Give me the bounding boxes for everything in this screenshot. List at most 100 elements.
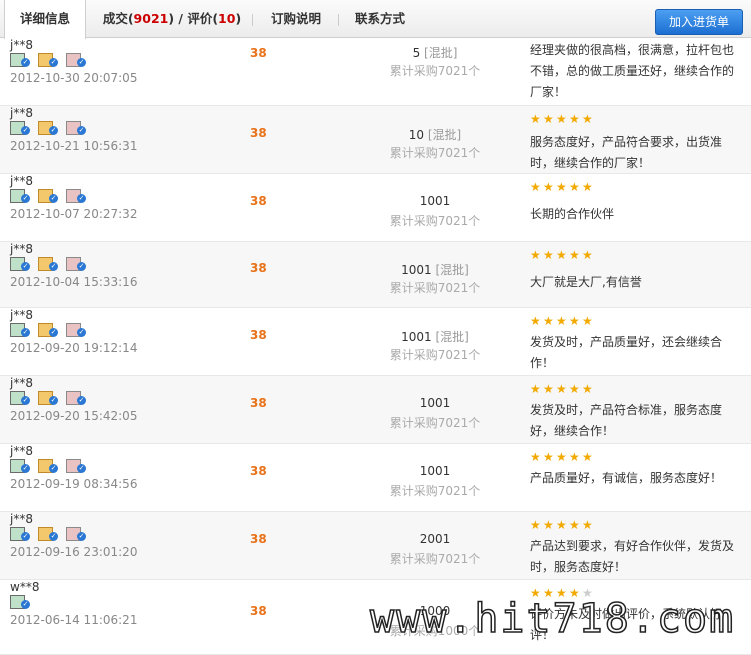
cumulative-purchases: 累计采购7021个: [389, 552, 481, 566]
trust-verified-icon[interactable]: ✓: [66, 390, 88, 406]
review-row: j**8 ✓ ✓ ✓ 2012-09-19 08:34:56 38 1001 累计采购7021…: [0, 444, 751, 512]
rating-stars: ★ ★ ★ ★ ★: [530, 112, 595, 126]
quantity-value: 1001: [419, 194, 451, 208]
trust-verified-icon[interactable]: ✓: [66, 458, 88, 474]
unit-price: 38: [250, 603, 267, 618]
identity-verified-icon[interactable]: ✓: [10, 120, 32, 136]
quantity-value: 1001: [401, 263, 432, 277]
star-filled-icon: ★: [569, 180, 580, 194]
buyer-name: j**8: [10, 512, 33, 526]
trust-verified-icon[interactable]: ✓: [66, 526, 88, 542]
identity-verified-icon[interactable]: ✓: [10, 458, 32, 474]
unit-price: 38: [250, 194, 267, 208]
review-comment: 服务态度好，产品符合要求，出货准时，继续合作的厂家！: [530, 135, 723, 170]
buyer-name: j**8: [10, 174, 33, 188]
review-comment: 长期的合作伙伴: [530, 207, 615, 221]
star-filled-icon: ★: [543, 314, 554, 328]
review-row: j**8 ✓ ✓ ✓ 2012-09-20 19:12:14 38 1001 [混批] 累计采…: [0, 308, 751, 376]
trust-verified-icon[interactable]: ✓: [66, 52, 88, 68]
order-quantity: 1001 [混批]: [385, 261, 485, 278]
star-filled-icon: ★: [569, 248, 580, 262]
purchase-date: 2012-10-07 20:27:32: [10, 207, 138, 221]
identity-verified-icon[interactable]: ✓: [10, 390, 32, 406]
review-comment: 发货及时，产品符合标准，服务态度好，继续合作！: [530, 403, 723, 438]
star-filled-icon: ★: [582, 314, 593, 328]
trust-verified-icon[interactable]: ✓: [66, 188, 88, 204]
tab-deals-reviews[interactable]: 成交(9021) / 评价(10): [92, 0, 252, 38]
order-quantity: 1001: [385, 464, 485, 478]
rating-stars: ★ ★ ★ ★ ★: [530, 518, 595, 532]
star-filled-icon: ★: [543, 518, 554, 532]
tab-details[interactable]: 详细信息: [4, 0, 86, 39]
purchase-date: 2012-09-16 23:01:20: [10, 545, 138, 559]
buyer-name: j**8: [10, 376, 33, 390]
review-row: j**8 ✓ ✓ ✓ 2012-10-04 15:33:16 38 1001 [混批] 累计采…: [0, 242, 751, 308]
star-filled-icon: ★: [569, 314, 580, 328]
business-verified-icon[interactable]: ✓: [38, 322, 60, 338]
unit-price: 38: [250, 328, 267, 342]
star-filled-icon: ★: [530, 382, 541, 396]
star-filled-icon: ★: [556, 382, 567, 396]
review-row: j**8 ✓ ✓ ✓ 2012-10-07 20:27:32 38 1001 累计采购7021…: [0, 174, 751, 242]
star-filled-icon: ★: [530, 518, 541, 532]
star-filled-icon: ★: [530, 112, 541, 126]
tab-order-notes[interactable]: 订购说明: [256, 0, 336, 38]
business-verified-icon[interactable]: ✓: [38, 188, 60, 204]
tab-divider: [252, 14, 253, 26]
order-quantity: 10 [混批]: [385, 126, 485, 143]
identity-verified-icon[interactable]: ✓: [10, 256, 32, 272]
rating-stars: ★ ★ ★ ★ ★: [530, 314, 595, 328]
rating-stars: ★ ★ ★ ★ ★: [530, 248, 595, 262]
rating-stars: ★ ★ ★ ★ ★: [530, 382, 595, 396]
review-comment: 评价方未及时做出评价，系统默认好评！: [530, 607, 723, 642]
review-comment: 发货及时，产品质量好，还会继续合作！: [530, 335, 723, 370]
review-comment: 产品质量好，有诚信，服务态度好！: [530, 471, 723, 485]
star-filled-icon: ★: [569, 112, 580, 126]
cumulative-purchases: 累计采购1000个: [389, 623, 481, 638]
star-filled-icon: ★: [569, 586, 580, 600]
mixed-batch-tag: [混批]: [420, 46, 458, 60]
quantity-value: 1001: [401, 330, 432, 344]
identity-verified-icon[interactable]: ✓: [10, 594, 32, 610]
cumulative-purchases: 累计采购7021个: [389, 484, 481, 498]
identity-verified-icon[interactable]: ✓: [10, 322, 32, 338]
cumulative-purchases: 累计采购7021个: [389, 416, 481, 430]
buyer-name: j**8: [10, 308, 33, 322]
trust-verified-icon[interactable]: ✓: [66, 120, 88, 136]
order-quantity: 2001: [385, 532, 485, 546]
business-verified-icon[interactable]: ✓: [38, 256, 60, 272]
review-row: j**8 ✓ ✓ ✓ 2012-09-20 15:42:05 38 1001 累计采购7021…: [0, 376, 751, 444]
star-filled-icon: ★: [530, 314, 541, 328]
quantity-value: 1001: [419, 396, 451, 410]
business-verified-icon[interactable]: ✓: [38, 458, 60, 474]
star-filled-icon: ★: [556, 314, 567, 328]
star-filled-icon: ★: [569, 450, 580, 464]
mixed-batch-tag: [混批]: [431, 330, 469, 344]
identity-verified-icon[interactable]: ✓: [10, 52, 32, 68]
business-verified-icon[interactable]: ✓: [38, 526, 60, 542]
star-filled-icon: ★: [543, 450, 554, 464]
business-verified-icon[interactable]: ✓: [38, 120, 60, 136]
trust-verified-icon[interactable]: ✓: [66, 322, 88, 338]
order-quantity: 1001 [混批]: [385, 328, 485, 345]
purchase-date: 2012-09-19 08:34:56: [10, 477, 138, 491]
star-filled-icon: ★: [530, 586, 541, 600]
tab-contact[interactable]: 联系方式: [340, 0, 420, 38]
buyer-name: j**8: [10, 242, 33, 256]
review-row: j**8 ✓ ✓ ✓ 2012-10-21 10:56:31 38 10 [混批] 累计采购7…: [0, 106, 751, 174]
add-to-cart-button[interactable]: 加入进货单: [655, 9, 743, 35]
quantity-value: 2001: [419, 532, 451, 546]
star-filled-icon: ★: [556, 518, 567, 532]
identity-verified-icon[interactable]: ✓: [10, 188, 32, 204]
deal-count: 9021: [133, 11, 169, 26]
business-verified-icon[interactable]: ✓: [38, 52, 60, 68]
review-row: j**8 ✓ ✓ ✓ 2012-10-30 20:07:05 38 5 [混批] 累计采购70…: [0, 38, 751, 106]
order-quantity: 1001: [385, 194, 485, 208]
rating-stars: ★ ★ ★ ★ ★: [530, 450, 595, 464]
identity-verified-icon[interactable]: ✓: [10, 526, 32, 542]
star-filled-icon: ★: [543, 586, 554, 600]
trust-verified-icon[interactable]: ✓: [66, 256, 88, 272]
business-verified-icon[interactable]: ✓: [38, 390, 60, 406]
tab-bar: 详细信息 成交(9021) / 评价(10) 订购说明 联系方式 加入进货单: [0, 0, 751, 39]
star-filled-icon: ★: [543, 382, 554, 396]
